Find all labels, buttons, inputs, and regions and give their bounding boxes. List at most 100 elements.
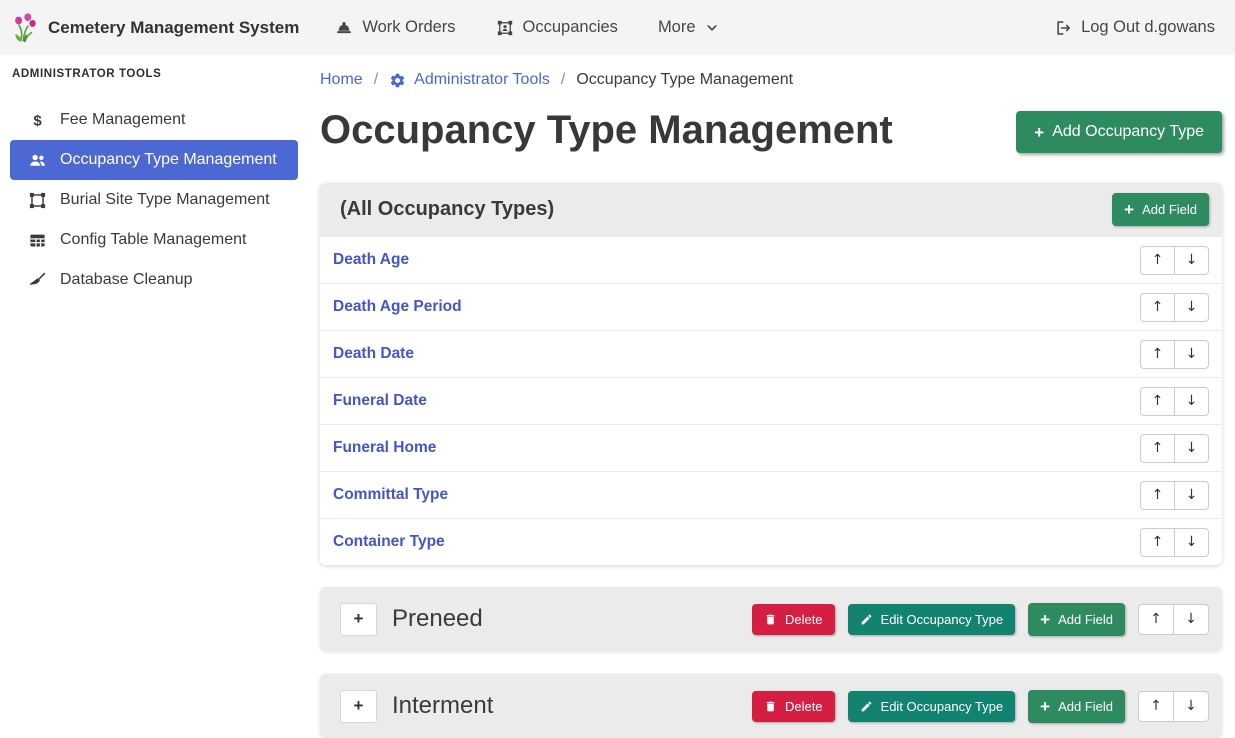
reorder-buttons: ↑ ↓	[1140, 246, 1209, 275]
section-actions: Delete Edit Occupancy Type + Add Field ↑…	[752, 603, 1209, 636]
breadcrumb-label: Home	[320, 71, 363, 89]
move-down-button[interactable]: ↓	[1174, 528, 1209, 557]
breadcrumb-separator: /	[374, 71, 378, 89]
occupancy-type-title: Interment	[392, 692, 493, 720]
breadcrumb-administrator-tools[interactable]: Administrator Tools	[389, 71, 550, 89]
field-row: Death Age ↑ ↓	[320, 236, 1222, 283]
move-up-button[interactable]: ↑	[1138, 691, 1174, 722]
object-group-icon	[28, 191, 47, 210]
reorder-buttons: ↑ ↓	[1140, 340, 1209, 369]
nav-item-label: Occupancies	[523, 18, 618, 37]
sidebar-item-burial-site-type-management[interactable]: Burial Site Type Management	[10, 180, 298, 220]
table-icon	[28, 231, 47, 250]
nav-occupancies[interactable]: Occupancies	[496, 18, 618, 37]
move-up-button[interactable]: ↑	[1140, 340, 1175, 369]
field-link[interactable]: Death Age Period	[333, 298, 462, 316]
reorder-buttons: ↑ ↓	[1140, 293, 1209, 322]
move-up-button[interactable]: ↑	[1140, 528, 1175, 557]
field-link[interactable]: Funeral Home	[333, 439, 436, 457]
reorder-buttons: ↑ ↓	[1140, 434, 1209, 463]
logout-icon	[1054, 19, 1072, 37]
field-row: Committal Type ↑ ↓	[320, 471, 1222, 518]
move-down-button[interactable]: ↓	[1174, 340, 1209, 369]
main-content: Home / Administrator Tools / Occupancy T…	[310, 55, 1235, 738]
sidebar-item-label: Config Table Management	[60, 231, 247, 249]
move-up-button[interactable]: ↑	[1140, 387, 1175, 416]
trash-icon	[764, 613, 777, 626]
move-down-button[interactable]: ↓	[1174, 293, 1209, 322]
sidebar-item-fee-management[interactable]: Fee Management	[10, 100, 298, 140]
sidebar-item-label: Database Cleanup	[60, 271, 193, 289]
move-down-button[interactable]: ↓	[1174, 434, 1209, 463]
move-down-button[interactable]: ↓	[1173, 604, 1209, 635]
title-row: Occupancy Type Management + Add Occupanc…	[320, 103, 1222, 157]
field-link[interactable]: Death Age	[333, 251, 409, 269]
sidebar-heading: ADMINISTRATOR TOOLS	[0, 68, 310, 80]
hard-hat-icon	[335, 19, 353, 37]
reorder-buttons: ↑ ↓	[1138, 604, 1209, 635]
navbar-right: Log Out d.gowans	[1054, 18, 1215, 37]
move-down-button[interactable]: ↓	[1174, 481, 1209, 510]
field-link[interactable]: Committal Type	[333, 486, 448, 504]
plus-icon: +	[1040, 611, 1050, 628]
sidebar-item-occupancy-type-management[interactable]: Occupancy Type Management	[10, 140, 298, 180]
sidebar-item-label: Burial Site Type Management	[60, 191, 270, 209]
sidebar: ADMINISTRATOR TOOLS Fee Management Occup…	[0, 55, 310, 738]
occupancy-type-title: Preneed	[392, 605, 483, 633]
add-field-button[interactable]: + Add Field	[1028, 603, 1125, 636]
sidebar-item-config-table-management[interactable]: Config Table Management	[10, 220, 298, 260]
move-up-button[interactable]: ↑	[1138, 604, 1174, 635]
field-row: Container Type ↑ ↓	[320, 518, 1222, 565]
breadcrumb-home[interactable]: Home	[320, 71, 363, 89]
move-up-button[interactable]: ↑	[1140, 293, 1175, 322]
type-section-preneed: + Preneed Delete Edit Occupancy Type + A…	[320, 587, 1222, 651]
add-field-button[interactable]: + Add Field	[1028, 690, 1125, 723]
move-down-button[interactable]: ↓	[1174, 387, 1209, 416]
nav-item-label: More	[658, 18, 696, 37]
field-link[interactable]: Funeral Date	[333, 392, 427, 410]
brand-link[interactable]: Cemetery Management System	[12, 13, 299, 43]
field-link[interactable]: Death Date	[333, 345, 414, 363]
nav-work-orders[interactable]: Work Orders	[335, 18, 455, 37]
reorder-buttons: ↑ ↓	[1140, 528, 1209, 557]
logout-label: Log Out d.gowans	[1081, 18, 1215, 37]
pencil-icon	[860, 613, 873, 626]
reorder-buttons: ↑ ↓	[1140, 387, 1209, 416]
field-link[interactable]: Container Type	[333, 533, 445, 551]
gear-icon	[389, 72, 406, 89]
type-section-interment: + Interment Delete Edit Occupancy Type +…	[320, 674, 1222, 738]
field-row: Death Age Period ↑ ↓	[320, 283, 1222, 330]
page-title: Occupancy Type Management	[320, 103, 893, 157]
occupancies-icon	[496, 19, 514, 37]
sidebar-item-database-cleanup[interactable]: Database Cleanup	[10, 260, 298, 300]
move-down-button[interactable]: ↓	[1173, 691, 1209, 722]
move-up-button[interactable]: ↑	[1140, 481, 1175, 510]
breadcrumb-separator: /	[561, 71, 565, 89]
breadcrumb-current-page: Occupancy Type Management	[576, 71, 793, 89]
users-icon	[28, 151, 47, 170]
move-up-button[interactable]: ↑	[1140, 246, 1175, 275]
sidebar-item-label: Occupancy Type Management	[60, 151, 277, 169]
delete-button[interactable]: Delete	[752, 604, 835, 635]
trash-icon	[764, 700, 777, 713]
add-occupancy-type-button[interactable]: + Add Occupancy Type	[1016, 111, 1222, 153]
breadcrumb-label: Administrator Tools	[414, 71, 550, 89]
tulip-logo-icon	[12, 13, 38, 43]
all-types-card-title: (All Occupancy Types)	[340, 198, 554, 221]
all-occupancy-types-card: (All Occupancy Types) + Add Field Death …	[320, 183, 1222, 565]
broom-icon	[28, 271, 47, 290]
move-up-button[interactable]: ↑	[1140, 434, 1175, 463]
field-row: Funeral Date ↑ ↓	[320, 377, 1222, 424]
expand-button[interactable]: +	[340, 603, 377, 636]
navbar-menu: Work Orders Occupancies More	[335, 18, 718, 37]
delete-button[interactable]: Delete	[752, 691, 835, 722]
expand-button[interactable]: +	[340, 690, 377, 723]
plus-icon: +	[1034, 124, 1044, 141]
move-down-button[interactable]: ↓	[1174, 246, 1209, 275]
logout-link[interactable]: Log Out d.gowans	[1054, 18, 1215, 37]
section-actions: Delete Edit Occupancy Type + Add Field ↑…	[752, 690, 1209, 723]
nav-more[interactable]: More	[658, 18, 719, 37]
edit-occupancy-type-button[interactable]: Edit Occupancy Type	[848, 604, 1016, 635]
add-field-button[interactable]: + Add Field	[1112, 193, 1209, 226]
edit-occupancy-type-button[interactable]: Edit Occupancy Type	[848, 691, 1016, 722]
